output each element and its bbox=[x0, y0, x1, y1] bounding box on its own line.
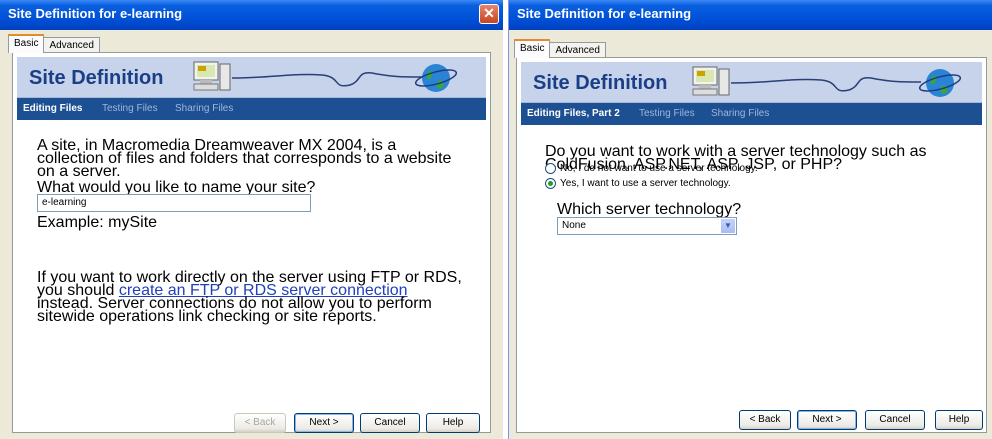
tab-strip: Basic Advanced bbox=[514, 38, 606, 58]
tab-advanced[interactable]: Advanced bbox=[43, 37, 100, 53]
wizard-panel: Site Definition Editing Files, Part 2 Te… bbox=[516, 57, 987, 433]
close-icon[interactable]: ✕ bbox=[479, 4, 499, 24]
cancel-button[interactable]: Cancel bbox=[360, 413, 420, 433]
step-testing-files: Testing Files bbox=[639, 108, 695, 119]
wizard-steps: Editing Files Testing Files Sharing File… bbox=[17, 98, 486, 120]
ftp-note-text-2: instead. Server connections do not allow… bbox=[37, 295, 432, 325]
radio-button-yes[interactable] bbox=[545, 178, 556, 189]
which-server-label: Which server technology? bbox=[557, 201, 742, 218]
network-wire bbox=[731, 77, 921, 92]
next-button[interactable]: Next > bbox=[294, 413, 354, 433]
globe-icon bbox=[918, 69, 962, 97]
globe-icon bbox=[414, 64, 458, 92]
example-text: Example: mySite bbox=[37, 214, 158, 231]
help-button[interactable]: Help bbox=[935, 410, 983, 430]
back-button[interactable]: < Back bbox=[234, 413, 286, 433]
radio-button-no[interactable] bbox=[545, 163, 556, 174]
chevron-down-icon[interactable]: ▼ bbox=[721, 219, 735, 233]
wizard-panel: Site Definition Editing Files Testing Fi… bbox=[12, 52, 491, 433]
server-technology-select[interactable]: None ▼ bbox=[557, 217, 737, 235]
computer-icon bbox=[692, 66, 730, 96]
back-button[interactable]: < Back bbox=[739, 410, 791, 430]
title-bar[interactable]: Site Definition for e-learning ✕ bbox=[0, 0, 503, 30]
name-label: What would you like to name your site? bbox=[37, 179, 316, 196]
wizard-banner: Site Definition bbox=[521, 62, 982, 103]
site-name-input[interactable]: e-learning bbox=[37, 194, 311, 212]
tab-advanced[interactable]: Advanced bbox=[549, 42, 606, 58]
window-title: Site Definition for e-learning bbox=[517, 6, 692, 21]
computer-icon bbox=[193, 61, 231, 91]
tab-basic[interactable]: Basic bbox=[8, 34, 45, 53]
help-button[interactable]: Help bbox=[426, 413, 480, 433]
site-definition-window-step1: Site Definition for e-learning ✕ Basic Ad… bbox=[0, 0, 503, 439]
step-sharing-files: Sharing Files bbox=[175, 103, 234, 114]
next-button[interactable]: Next > bbox=[797, 410, 857, 430]
wizard-banner: Site Definition bbox=[17, 57, 486, 98]
radio-no-label: No, I do not want to use a server techno… bbox=[560, 163, 758, 175]
intro-text: A site, in Macromedia Dreamweaver MX 200… bbox=[37, 137, 452, 180]
cancel-button[interactable]: Cancel bbox=[865, 410, 925, 430]
step-sharing-files: Sharing Files bbox=[711, 108, 770, 119]
tab-basic[interactable]: Basic bbox=[514, 39, 551, 58]
radio-no-server-tech[interactable]: No, I do not want to use a server techno… bbox=[545, 163, 758, 176]
ftp-note: If you want to work directly on the serv… bbox=[37, 270, 467, 325]
radio-yes-server-tech[interactable]: Yes, I want to use a server technology. bbox=[545, 178, 731, 191]
server-technology-value: None bbox=[562, 220, 586, 231]
radio-yes-label: Yes, I want to use a server technology. bbox=[560, 178, 731, 190]
site-definition-window-step2: Site Definition for e-learning Basic Adva… bbox=[508, 0, 992, 439]
step-testing-files: Testing Files bbox=[102, 103, 158, 114]
banner-title: Site Definition bbox=[29, 67, 164, 89]
banner-title: Site Definition bbox=[533, 72, 668, 94]
window-title: Site Definition for e-learning bbox=[8, 6, 183, 21]
network-wire bbox=[232, 72, 422, 87]
title-bar[interactable]: Site Definition for e-learning bbox=[509, 0, 992, 30]
step-editing-files-part2: Editing Files, Part 2 bbox=[527, 108, 620, 119]
tab-strip: Basic Advanced bbox=[8, 33, 100, 53]
wizard-steps: Editing Files, Part 2 Testing Files Shar… bbox=[521, 103, 982, 125]
step-editing-files: Editing Files bbox=[23, 103, 83, 114]
